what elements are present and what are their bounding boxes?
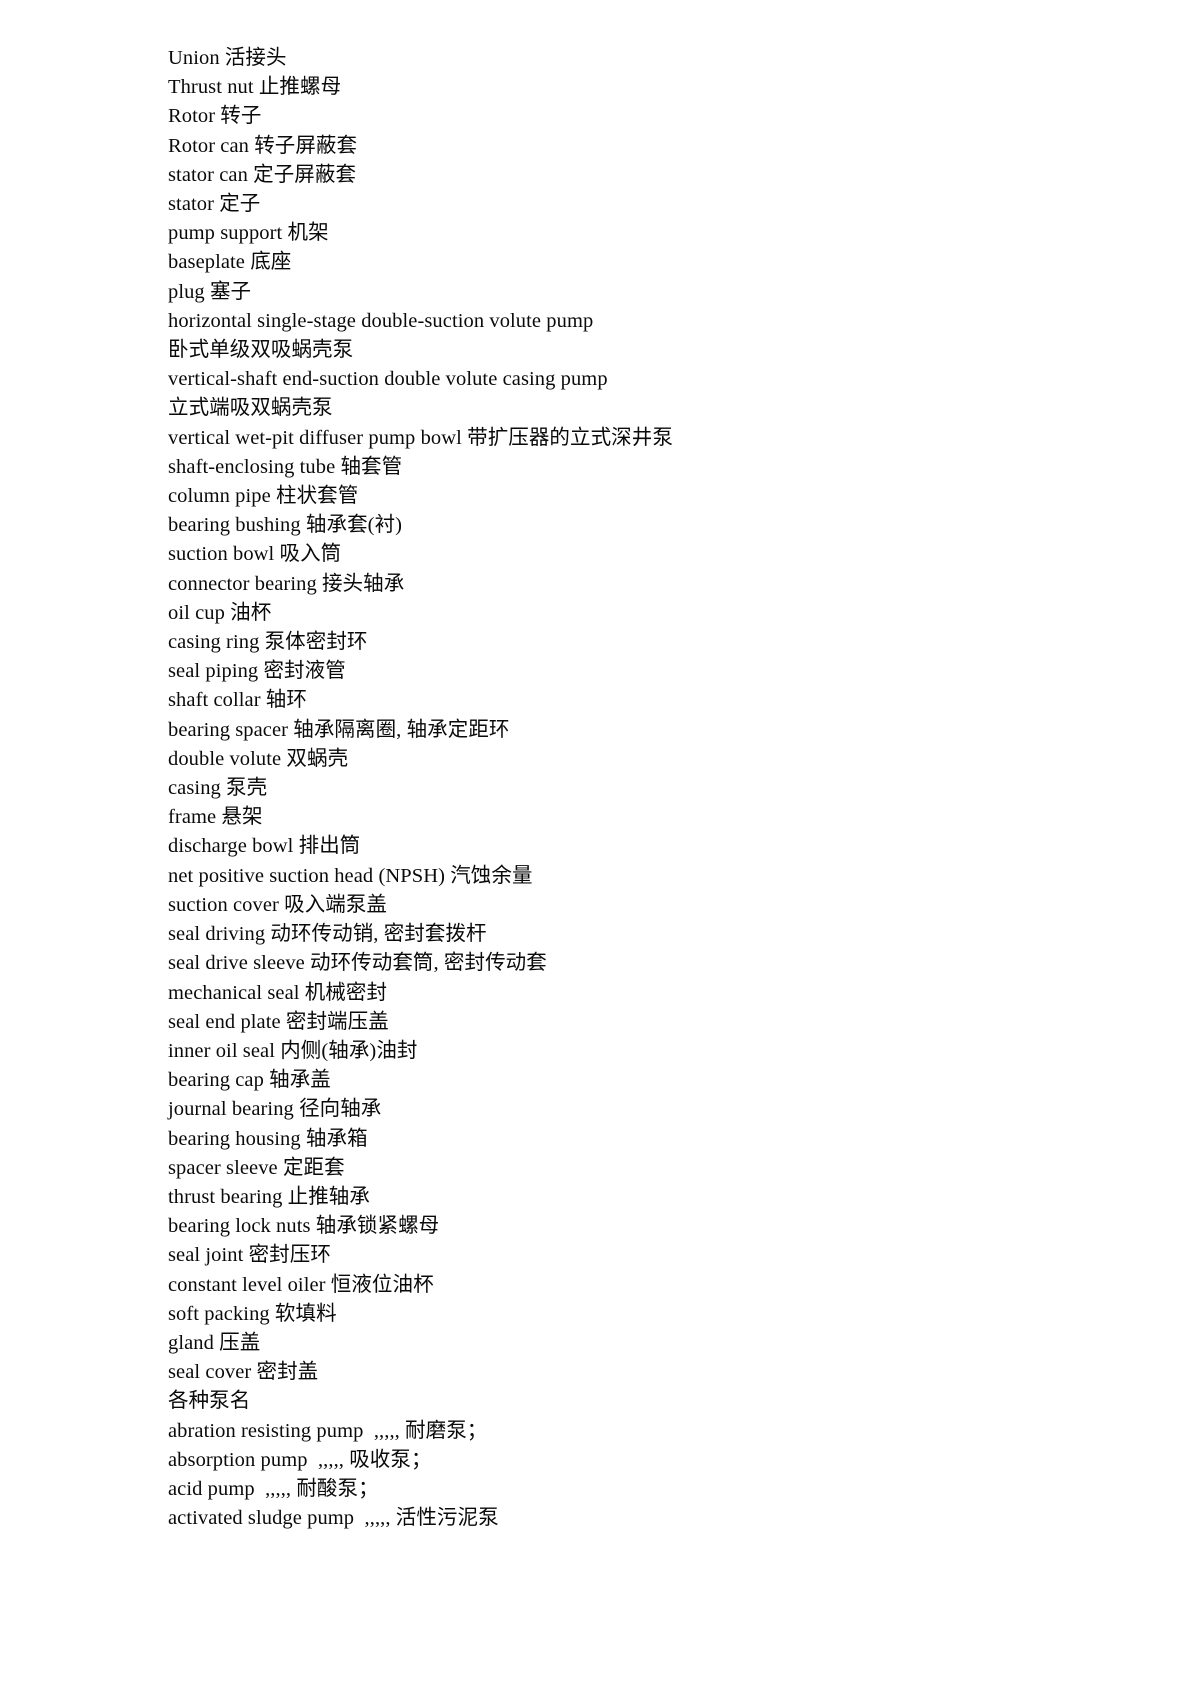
glossary-entry: bearing lock nuts 轴承锁紧螺母 [168,1215,440,1238]
glossary-entry: shaft collar 轴环 [168,689,307,712]
glossary-entry: connector bearing 接头轴承 [168,572,405,595]
glossary-entry: vertical-shaft end-suction double volute… [168,368,608,391]
glossary-entry: 各种泵名 [168,1390,251,1413]
glossary-entry: seal cover 密封盖 [168,1361,319,1384]
glossary-entry: inner oil seal 内侧(轴承)油封 [168,1039,418,1062]
glossary-entry: gland 压盖 [168,1331,261,1354]
glossary-entry: double volute 双蜗壳 [168,747,349,770]
glossary-entry: mechanical seal 机械密封 [168,981,388,1004]
glossary-entry: seal driving 动环传动销, 密封套拨杆 [168,923,487,946]
glossary-entry: stator can 定子屏蔽套 [168,163,357,186]
glossary-entry: bearing housing 轴承箱 [168,1127,368,1150]
glossary-entry: journal bearing 径向轴承 [168,1098,382,1121]
glossary-entry: seal joint 密封压环 [168,1244,331,1267]
glossary-entry: bearing spacer 轴承隔离圈, 轴承定距环 [168,718,510,741]
glossary-entry: shaft-enclosing tube 轴套管 [168,455,403,478]
glossary-entry: spacer sleeve 定距套 [168,1156,345,1179]
glossary-entry: thrust bearing 止推轴承 [168,1185,370,1208]
glossary-entry: bearing cap 轴承盖 [168,1069,331,1092]
glossary-entry: constant level oiler 恒液位油杯 [168,1273,434,1296]
glossary-entry: discharge bowl 排出筒 [168,835,361,858]
glossary-entry: vertical wet-pit diffuser pump bowl 带扩压器… [168,426,673,449]
glossary-entry: pump support 机架 [168,222,329,245]
glossary-entry: horizontal single-stage double-suction v… [168,309,594,332]
glossary-entry: suction cover 吸入端泵盖 [168,893,388,916]
glossary-entry: plug 塞子 [168,280,252,303]
glossary-list: Union 活接头 Thrust nut 止推螺母 Rotor 转子 Rotor ca… [168,44,1200,1533]
glossary-entry: baseplate 底座 [168,251,292,274]
glossary-entry: stator 定子 [168,193,261,216]
glossary-entry: Rotor 转子 [168,105,262,128]
glossary-entry: bearing bushing 轴承套(衬) [168,514,403,537]
glossary-entry: 卧式单级双吸蜗壳泵 [168,339,354,362]
glossary-entry: 立式端吸双蜗壳泵 [168,397,333,420]
glossary-entry: abration resisting pump ,,,,, 耐磨泵； [168,1419,488,1442]
glossary-entry: absorption pump ,,,,, 吸收泵； [168,1448,432,1471]
glossary-entry: suction bowl 吸入筒 [168,543,342,566]
glossary-entry: Union 活接头 [168,47,287,69]
glossary-entry: seal drive sleeve 动环传动套筒, 密封传动套 [168,952,547,975]
glossary-entry: activated sludge pump ,,,,, 活性污泥泵 [168,1507,499,1530]
glossary-entry: oil cup 油杯 [168,601,272,624]
glossary-entry: column pipe 柱状套管 [168,485,359,508]
glossary-entry: casing ring 泵体密封环 [168,631,368,654]
glossary-entry: casing 泵壳 [168,777,268,800]
glossary-entry: frame 悬架 [168,806,263,829]
glossary-entry: Rotor can 转子屏蔽套 [168,134,358,157]
glossary-entry: Thrust nut 止推螺母 [168,76,342,99]
glossary-entry: acid pump ,,,,, 耐酸泵； [168,1477,379,1500]
glossary-entry: seal piping 密封液管 [168,660,346,683]
glossary-entry: seal end plate 密封端压盖 [168,1010,389,1033]
glossary-entry: soft packing 软填料 [168,1302,337,1325]
document-page: Union 活接头 Thrust nut 止推螺母 Rotor 转子 Rotor ca… [0,0,1200,1697]
glossary-entry: net positive suction head (NPSH) 汽蚀余量 [168,864,533,887]
